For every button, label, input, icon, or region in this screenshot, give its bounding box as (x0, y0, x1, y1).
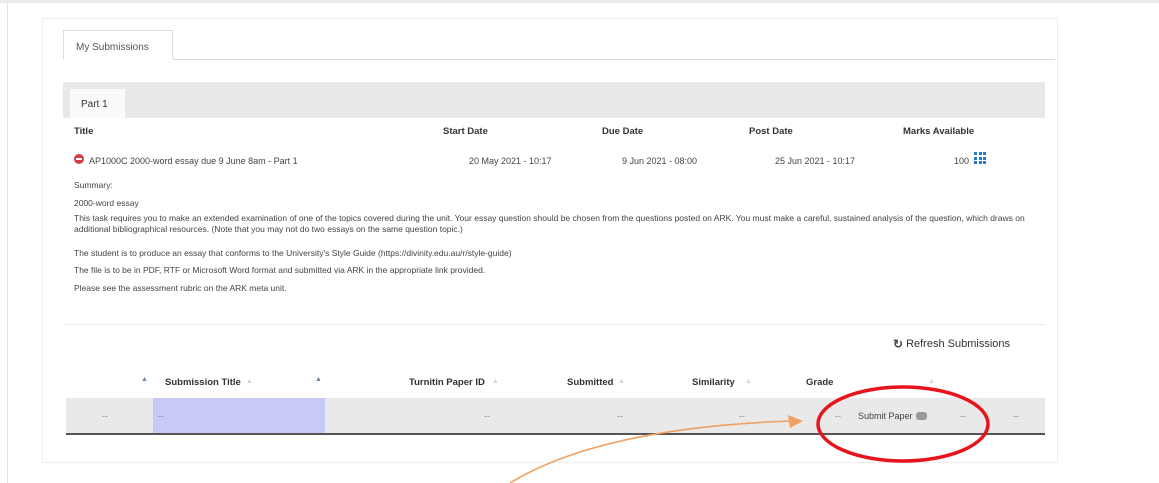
pointer-arrow (509, 420, 791, 483)
pointer-arrowhead (788, 415, 803, 428)
highlight-circle (816, 385, 990, 463)
annotation-overlay (509, 385, 990, 483)
